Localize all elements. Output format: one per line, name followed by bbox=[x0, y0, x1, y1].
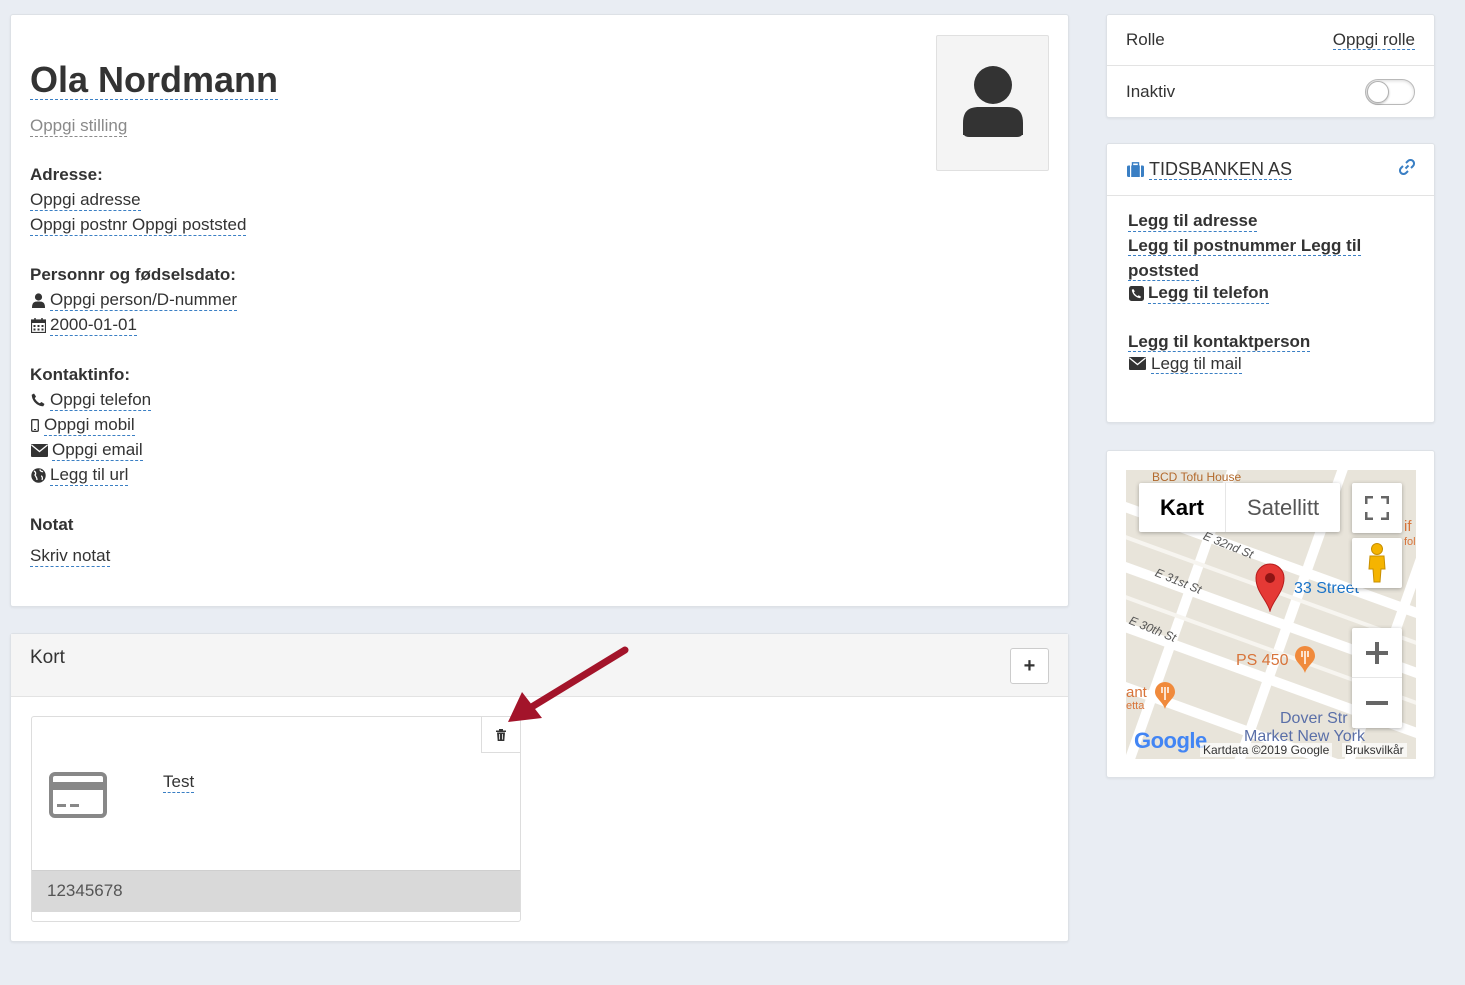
map-label-right: if bbox=[1404, 518, 1412, 535]
map-view[interactable]: BCD Tofu House E 32nd St E 31st St E 30t… bbox=[1126, 470, 1416, 759]
cards-panel: Kort + Test 12345678 bbox=[10, 633, 1069, 942]
map-label-ps450: PS 450 bbox=[1236, 652, 1289, 669]
role-label: Rolle bbox=[1126, 30, 1165, 49]
note-field[interactable]: Skriv notat bbox=[30, 546, 111, 567]
card-name-field[interactable]: Test bbox=[163, 772, 195, 793]
personnr-label: Personnr og fødselsdato: bbox=[30, 265, 236, 284]
card-item: Test 12345678 bbox=[31, 716, 521, 922]
briefcase-icon bbox=[1126, 162, 1144, 178]
email-field[interactable]: Oppgi email bbox=[52, 440, 143, 461]
company-name[interactable]: TIDSBANKEN AS bbox=[1149, 159, 1293, 181]
map-attribution: Kartdata ©2019 Google bbox=[1200, 743, 1333, 757]
fullscreen-button[interactable] bbox=[1352, 483, 1402, 533]
envelope-icon bbox=[30, 442, 48, 458]
personnr-field[interactable]: Oppgi person/D-nummer bbox=[50, 290, 238, 311]
birthdate-field[interactable]: 2000-01-01 bbox=[50, 315, 137, 336]
map-type-tabs: Kart Satellitt bbox=[1139, 483, 1341, 532]
zoom-controls bbox=[1352, 628, 1402, 728]
address-field[interactable]: Oppgi adresse bbox=[30, 190, 141, 211]
trash-icon bbox=[496, 728, 506, 741]
cards-title: Kort bbox=[30, 647, 65, 668]
position-field[interactable]: Oppgi stilling bbox=[30, 116, 128, 137]
envelope-icon bbox=[1128, 356, 1146, 372]
url-field[interactable]: Legg til url bbox=[50, 465, 129, 486]
role-panel: Rolle Oppgi rolle Inaktiv bbox=[1106, 14, 1435, 118]
phone-field[interactable]: Oppgi telefon bbox=[50, 390, 152, 411]
cards-panel-header: Kort + bbox=[11, 634, 1068, 697]
map-pin-icon[interactable] bbox=[1254, 562, 1286, 612]
avatar[interactable] bbox=[936, 35, 1049, 171]
map-terms-link[interactable]: Bruksvilkår bbox=[1342, 743, 1407, 757]
mobile-icon bbox=[30, 417, 40, 433]
map-label-station: 33 Street bbox=[1294, 580, 1359, 597]
google-logo: Google bbox=[1134, 728, 1207, 753]
company-postal-field[interactable]: Legg til postnummer Legg til poststed bbox=[1128, 236, 1362, 281]
restaurant-pin-icon bbox=[1155, 682, 1175, 709]
address-label: Adresse: bbox=[30, 165, 103, 184]
map-panel: BCD Tofu House E 32nd St E 31st St E 30t… bbox=[1106, 450, 1435, 778]
profile-panel: Ola Nordmann Oppgi stilling Adresse: Opp… bbox=[10, 14, 1069, 607]
inactive-label: Inaktiv bbox=[1126, 81, 1176, 101]
company-address-field[interactable]: Legg til adresse bbox=[1128, 211, 1258, 232]
link-icon[interactable] bbox=[1398, 158, 1416, 180]
map-label-right2: fol bbox=[1404, 536, 1416, 548]
user-avatar-icon bbox=[962, 66, 1023, 141]
add-card-button[interactable]: + bbox=[1010, 648, 1049, 684]
note-label: Notat bbox=[30, 515, 74, 534]
tab-map[interactable]: Kart bbox=[1139, 483, 1225, 532]
mobile-field[interactable]: Oppgi mobil bbox=[44, 415, 135, 436]
delete-card-button[interactable] bbox=[481, 717, 520, 753]
map-label-left: ant bbox=[1126, 684, 1147, 701]
user-icon bbox=[30, 292, 46, 308]
calendar-icon bbox=[30, 317, 46, 333]
globe-icon bbox=[30, 467, 46, 483]
contact-label: Kontaktinfo: bbox=[30, 365, 131, 384]
credit-card-icon bbox=[49, 772, 107, 823]
map-label-poi-top: BCD Tofu House bbox=[1152, 470, 1242, 484]
zoom-in-button[interactable] bbox=[1352, 628, 1402, 678]
role-field[interactable]: Oppgi rolle bbox=[1332, 30, 1415, 51]
map-label-dover: Dover Str bbox=[1280, 710, 1348, 727]
tab-satellite[interactable]: Satellitt bbox=[1225, 483, 1340, 532]
company-mail-field[interactable]: Legg til mail bbox=[1151, 354, 1242, 375]
company-header: TIDSBANKEN AS bbox=[1107, 144, 1434, 196]
card-number: 12345678 bbox=[32, 870, 520, 912]
contact-person-field[interactable]: Legg til kontaktperson bbox=[1128, 332, 1311, 353]
person-name[interactable]: Ola Nordmann bbox=[30, 59, 279, 101]
postal-field[interactable]: Oppgi postnr Oppgi poststed bbox=[30, 215, 247, 236]
zoom-out-button[interactable] bbox=[1352, 678, 1402, 728]
map-label-left2: etta bbox=[1126, 700, 1145, 712]
fullscreen-icon bbox=[1365, 496, 1389, 520]
pegman-icon bbox=[1368, 543, 1386, 583]
restaurant-pin-icon bbox=[1295, 646, 1315, 673]
minus-icon bbox=[1366, 701, 1388, 705]
company-panel: TIDSBANKEN AS Legg til adresse Legg til … bbox=[1106, 143, 1435, 423]
phone-square-icon bbox=[1128, 285, 1144, 301]
street-view-button[interactable] bbox=[1352, 538, 1402, 588]
phone-icon bbox=[30, 392, 46, 408]
company-phone-field[interactable]: Legg til telefon bbox=[1148, 283, 1269, 304]
plus-icon bbox=[1366, 641, 1388, 664]
inactive-toggle[interactable] bbox=[1365, 78, 1415, 105]
